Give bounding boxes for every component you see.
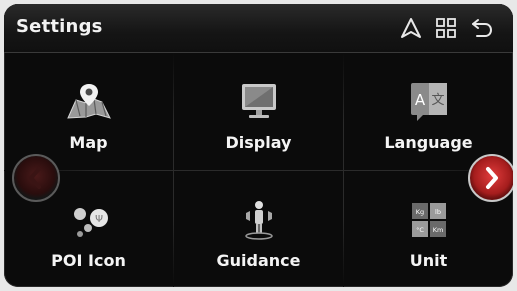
language-icon: A 文 (406, 79, 452, 125)
poi-icon: Ψ (66, 197, 112, 243)
tile-label: Display (225, 133, 292, 152)
tile-language[interactable]: A 文 Language (344, 53, 513, 170)
previous-page-button[interactable] (12, 154, 60, 202)
unit-icon: Kg lb °C Km (406, 197, 452, 243)
back-button[interactable] (468, 14, 496, 42)
unit-icon-text: °C (416, 226, 424, 234)
page-title: Settings (16, 16, 103, 37)
unit-icon-text: Km (432, 226, 443, 234)
header-bar: Settings (4, 4, 513, 53)
tile-label: Map (69, 133, 108, 152)
monitor-icon (236, 79, 282, 125)
tile-label: Language (384, 133, 473, 152)
map-pin-icon (66, 79, 112, 125)
svg-text:Ψ: Ψ (95, 214, 103, 225)
tile-label: Guidance (216, 251, 301, 270)
tile-label: Unit (409, 251, 448, 270)
unit-icon-text: Kg (415, 208, 423, 216)
tile-label: POI Icon (51, 251, 126, 270)
guidance-icon (236, 197, 282, 243)
menu-button[interactable] (432, 14, 460, 42)
svg-text:文: 文 (431, 93, 444, 108)
next-page-button[interactable] (468, 154, 513, 202)
navigation-arrow-icon (401, 18, 421, 38)
tile-guidance[interactable]: Guidance (174, 171, 343, 287)
unit-icon-text: lb (435, 208, 441, 216)
chevron-right-icon (486, 167, 498, 189)
tile-map[interactable]: Map (4, 53, 173, 170)
back-icon (472, 19, 493, 37)
grid-menu-icon (436, 18, 456, 38)
tile-display[interactable]: Display (174, 53, 343, 170)
navigation-button[interactable] (397, 14, 425, 42)
svg-text:A: A (414, 91, 425, 109)
settings-grid: Map Display A 文 Language Ψ POI Icon Guid… (4, 53, 513, 287)
chevron-left-icon (29, 167, 41, 189)
settings-screen: Settings Map Display A 文 Language Ψ POI … (4, 4, 513, 287)
